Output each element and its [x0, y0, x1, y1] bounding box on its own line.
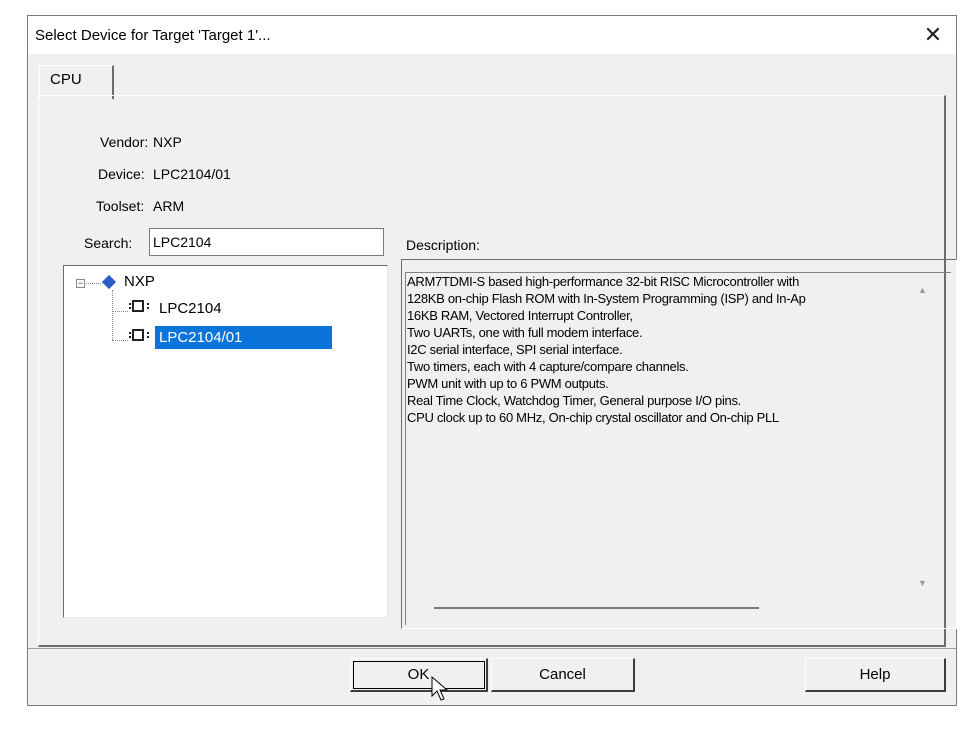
toolset-value: ARM: [153, 198, 185, 214]
tree-connector: [112, 290, 113, 340]
description-text: ARM7TDMI-S based high-performance 32-bit…: [407, 273, 913, 595]
description-line: PWM unit with up to 6 PWM outputs.: [407, 376, 609, 391]
description-line: I2C serial interface, SPI serial interfa…: [407, 342, 623, 357]
vendor-value: NXP: [153, 134, 182, 150]
description-label: Description:: [406, 237, 480, 253]
cancel-button[interactable]: Cancel: [491, 658, 635, 692]
tree-item-lpc2104[interactable]: LPC2104: [159, 300, 222, 317]
description-line: CPU clock up to 60 MHz, On-chip crystal …: [407, 410, 779, 425]
device-value: LPC2104/01: [153, 166, 231, 182]
tab-cpu[interactable]: CPU: [39, 65, 114, 99]
scroll-down-icon[interactable]: ▼: [918, 578, 927, 588]
dialog-title: Select Device for Target 'Target 1'...: [35, 27, 271, 44]
chip-icon: [129, 329, 149, 341]
tree-connector: [86, 283, 101, 284]
toolset-label: Toolset:: [96, 198, 145, 214]
vendor-diamond-icon: [101, 274, 117, 290]
select-device-dialog: Select Device for Target 'Target 1'... ✕…: [27, 15, 957, 706]
description-line: Real Time Clock, Watchdog Timer, General…: [407, 393, 741, 408]
description-box: ARM7TDMI-S based high-performance 32-bit…: [401, 259, 957, 629]
search-input[interactable]: [149, 228, 384, 256]
description-line: 128KB on-chip Flash ROM with In-System P…: [407, 291, 806, 306]
tree-item-nxp[interactable]: NXP: [124, 273, 155, 290]
scroll-up-icon[interactable]: ▲: [918, 285, 927, 295]
tab-cpu-label: CPU: [50, 71, 82, 88]
footer-divider: [28, 648, 956, 649]
device-tree[interactable]: − NXP LPC2104 LPC2104/01: [63, 265, 388, 618]
description-line: Two timers, each with 4 capture/compare …: [407, 359, 689, 374]
description-line: ARM7TDMI-S based high-performance 32-bit…: [407, 274, 800, 289]
vendor-label: Vendor:: [100, 134, 149, 150]
ok-button[interactable]: OK: [350, 658, 488, 692]
collapse-icon[interactable]: −: [76, 279, 85, 288]
help-button[interactable]: Help: [805, 658, 946, 692]
close-icon: ✕: [923, 22, 943, 47]
cpu-panel: Vendor: NXP Device: LPC2104/01 Toolset: …: [38, 95, 957, 647]
title-bar: Select Device for Target 'Target 1'... ✕: [28, 16, 956, 54]
device-label: Device:: [98, 166, 145, 182]
description-line: Two UARTs, one with full modem interface…: [407, 325, 643, 340]
horizontal-scrollbar[interactable]: [434, 607, 759, 609]
tree-item-lpc2104-01[interactable]: LPC2104/01: [155, 326, 333, 349]
search-label: Search:: [84, 235, 133, 251]
description-line: 16KB RAM, Vectored Interrupt Controller,: [407, 308, 633, 323]
chip-icon: [129, 300, 149, 312]
mouse-pointer-icon: [431, 676, 449, 701]
close-button[interactable]: ✕: [910, 16, 956, 54]
tree-connector: [112, 311, 128, 312]
tree-connector: [112, 340, 128, 341]
